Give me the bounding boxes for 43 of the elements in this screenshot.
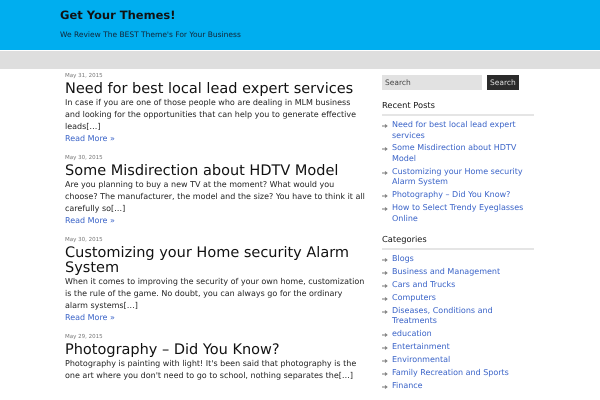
post-title[interactable]: Need for best local lead expert services [65, 82, 365, 97]
arrow-icon [382, 270, 388, 275]
arrow-icon [382, 170, 388, 175]
sidebar-link[interactable]: How to Select Trendy Eyeglasses Online [392, 203, 534, 224]
post-excerpt: Are you planning to buy a new TV at the moment? What would you choose? The manufacturer, the model and the size? You have to think it all carefully so[…] [65, 179, 365, 215]
sidebar-link[interactable]: Blogs [392, 254, 414, 265]
sidebar-link[interactable]: Family Recreation and Sports [392, 368, 509, 378]
post-title[interactable]: Customizing your Home security Alarm System [65, 246, 365, 276]
sidebar-link[interactable]: Photography – Did You Know? [392, 190, 510, 201]
arrow-icon [382, 333, 388, 338]
widget-title: Recent Posts [382, 100, 534, 116]
read-more-link[interactable]: Read More » [65, 312, 115, 324]
read-more-link[interactable]: Read More » [65, 215, 115, 227]
post-excerpt: Photography is painting with light! It's been said that photography is the one art where you don't need to go to school, nothing separates the[…] [65, 358, 358, 382]
sidebar-link[interactable]: Some Misdirection about HDTV Model [392, 143, 534, 164]
site-title[interactable]: Get Your Themes! [60, 0, 600, 22]
arrow-icon [382, 372, 388, 376]
arrow-icon [382, 358, 388, 363]
sidebar-link[interactable]: Cars and Trucks [392, 280, 456, 290]
sidebar-link[interactable]: Computers [392, 292, 436, 304]
arrow-icon [382, 147, 388, 152]
arrow-icon [382, 258, 388, 262]
arrow-icon [382, 384, 388, 389]
arrow-icon [382, 124, 388, 128]
arrow-icon [382, 194, 388, 198]
arrow-icon [382, 296, 388, 301]
post-excerpt: When it comes to improving the security of your own home, customization is the rule of the game. No doubt, you can always go for the ordinary alarm systems[…] [65, 276, 365, 312]
post-title[interactable]: Some Misdirection about HDTV Model [65, 164, 365, 179]
widget-title: Categories [382, 234, 534, 250]
sidebar-link[interactable]: education [392, 329, 432, 340]
sidebar-link[interactable]: Finance [392, 380, 423, 392]
sidebar-link[interactable]: Entertainment [392, 342, 450, 352]
post-excerpt: In case if you are one of those people who are dealing in MLM business and looking for the opportunities that can help you to generate effective leads[…] [65, 97, 358, 133]
sidebar-link[interactable]: Business and Management [392, 266, 500, 278]
arrow-icon [382, 310, 388, 314]
sidebar-link[interactable]: Environmental [392, 354, 450, 366]
arrow-icon [382, 346, 388, 350]
read-more-link[interactable]: Read More » [65, 133, 115, 145]
post-title[interactable]: Photography – Did You Know? [65, 343, 365, 358]
arrow-icon [382, 207, 388, 212]
sidebar-link[interactable]: Customizing your Home security Alarm System [392, 166, 534, 188]
arrow-icon [382, 284, 388, 288]
sidebar-link[interactable]: Need for best local lead expert services [392, 120, 534, 141]
